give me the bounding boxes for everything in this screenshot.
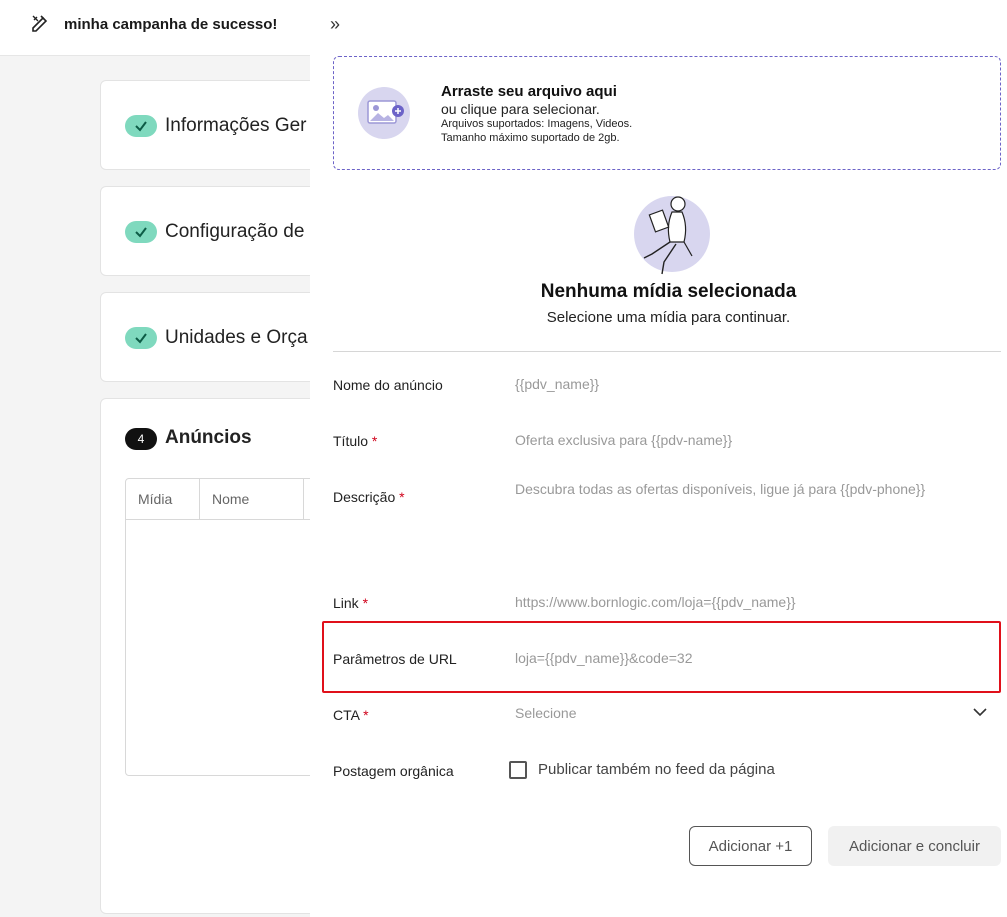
step-label: Unidades e Orça bbox=[165, 327, 308, 348]
ad-editor-drawer: » Arraste seu arquivo aqui ou clique par… bbox=[310, 0, 1007, 917]
cta-label-text: CTA bbox=[333, 707, 360, 723]
required-marker: * bbox=[363, 707, 369, 723]
empty-state-title: Nenhuma mídia selecionada bbox=[540, 281, 797, 302]
url-params-input[interactable]: loja={{pdv_name}}&code=32 bbox=[515, 650, 693, 666]
empty-state-subtitle: Selecione uma mídia para continuar. bbox=[546, 309, 791, 326]
title-label-text: Título bbox=[333, 433, 369, 449]
ad-name-label: Nome do anúncio bbox=[333, 377, 443, 393]
step-label: Anúncios bbox=[165, 427, 252, 448]
step-card-units-budget[interactable]: Unidades e Orça bbox=[100, 292, 340, 382]
check-icon bbox=[125, 327, 157, 349]
column-header-name[interactable]: Nome bbox=[200, 479, 304, 520]
organic-post-checkbox[interactable] bbox=[509, 761, 527, 779]
column-header-media[interactable]: Mídia bbox=[126, 479, 200, 520]
step-label: Informações Ger bbox=[165, 115, 307, 136]
required-marker: * bbox=[371, 433, 378, 449]
description-label: Descrição * bbox=[333, 489, 405, 505]
edit-pencil-icon[interactable] bbox=[30, 13, 50, 33]
step-card-configuration[interactable]: Configuração de bbox=[100, 186, 340, 276]
step-card-general-info[interactable]: Informações Ger bbox=[100, 80, 340, 170]
file-upload-dropzone[interactable]: Arraste seu arquivo aqui ou clique para … bbox=[333, 56, 1001, 170]
cta-select[interactable]: Selecione bbox=[515, 705, 577, 721]
organic-post-checkbox-label[interactable]: Publicar também no feed da página bbox=[538, 761, 775, 778]
check-icon bbox=[125, 115, 157, 137]
required-marker: * bbox=[399, 489, 405, 505]
chevron-down-icon[interactable] bbox=[972, 704, 988, 720]
image-upload-icon bbox=[358, 87, 410, 139]
person-laptop-illustration bbox=[634, 196, 710, 275]
campaign-title: minha campanha de sucesso! bbox=[64, 16, 278, 33]
ad-name-input[interactable]: {{pdv_name}} bbox=[515, 376, 599, 392]
link-input[interactable]: https://www.bornlogic.com/loja={{pdv_nam… bbox=[515, 594, 796, 610]
description-label-text: Descrição bbox=[333, 489, 396, 505]
table-header: Mídia Nome T bbox=[126, 479, 325, 520]
upload-title: Arraste seu arquivo aqui bbox=[441, 83, 617, 100]
step-label: Configuração de bbox=[165, 221, 305, 242]
required-marker: * bbox=[362, 595, 369, 611]
link-label: Link * bbox=[333, 595, 368, 611]
url-params-label: Parâmetros de URL bbox=[333, 651, 457, 667]
upload-max-size: Tamanho máximo suportado de 2gb. bbox=[441, 132, 620, 144]
upload-supported-types: Arquivos suportados: Imagens, Videos. bbox=[441, 118, 633, 130]
add-and-finish-button[interactable]: Adicionar e concluir bbox=[828, 826, 1001, 866]
title-label: Título * bbox=[333, 433, 377, 449]
add-another-button[interactable]: Adicionar +1 bbox=[689, 826, 812, 866]
check-icon bbox=[125, 221, 157, 243]
description-textarea[interactable]: Descubra todas as ofertas disponíveis, l… bbox=[515, 481, 925, 497]
organic-post-label: Postagem orgânica bbox=[333, 763, 454, 779]
upload-subtitle: ou clique para selecionar. bbox=[441, 101, 600, 117]
step-card-ads: 4 Anúncios Mídia Nome T bbox=[100, 398, 340, 914]
link-label-text: Link bbox=[333, 595, 359, 611]
cta-label: CTA * bbox=[333, 707, 369, 723]
step-number-badge: 4 bbox=[125, 428, 157, 450]
divider bbox=[333, 351, 1001, 352]
title-input[interactable]: Oferta exclusiva para {{pdv-name}} bbox=[515, 432, 732, 448]
ads-table: Mídia Nome T bbox=[125, 478, 325, 776]
collapse-drawer-icon[interactable]: » bbox=[330, 14, 340, 35]
